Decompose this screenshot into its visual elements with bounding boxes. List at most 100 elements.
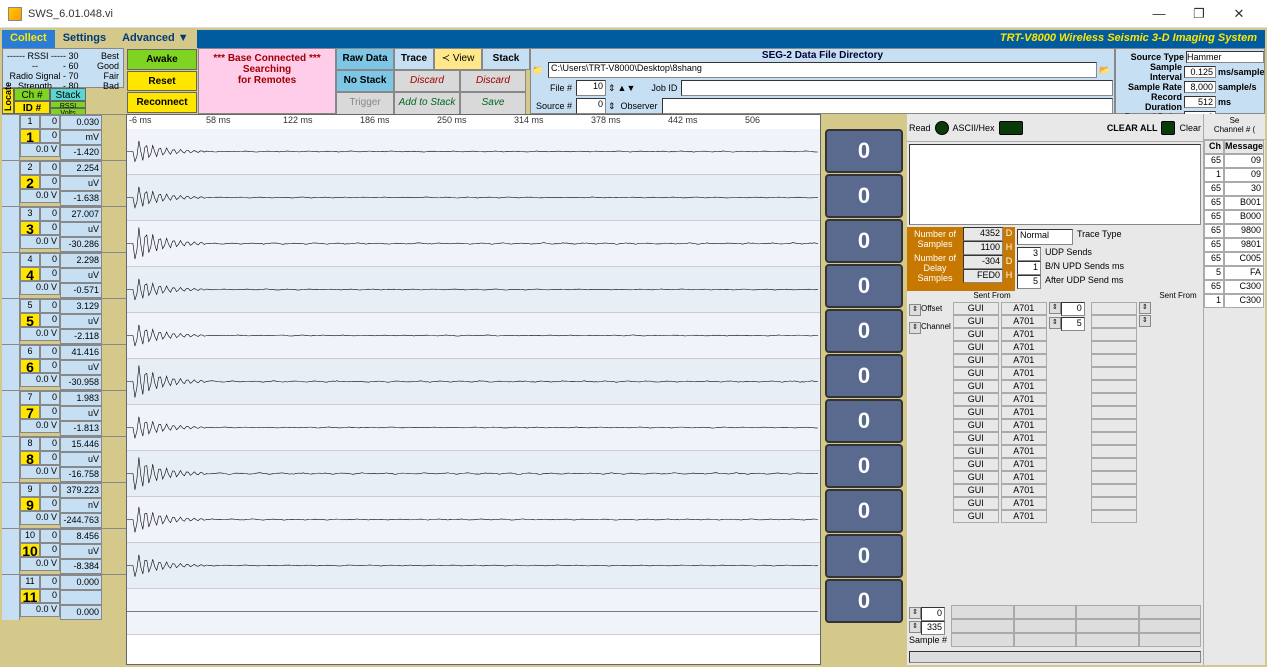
- close-button[interactable]: ✕: [1219, 2, 1259, 26]
- channel-indicator: [2, 299, 20, 344]
- trace-button[interactable]: Trace: [394, 48, 434, 70]
- file-num-input[interactable]: 10: [576, 80, 606, 96]
- browse-icon[interactable]: 📂: [1099, 65, 1113, 76]
- channel-id[interactable]: 9: [20, 497, 40, 511]
- discard-button-1[interactable]: Discard: [394, 70, 460, 92]
- folder-icon[interactable]: 📁: [532, 65, 546, 76]
- waveform-trace[interactable]: [127, 129, 820, 175]
- ch-min: -16.758: [60, 467, 102, 482]
- awake-button[interactable]: Awake: [127, 49, 197, 70]
- rd-value[interactable]: 512: [1184, 96, 1216, 108]
- stack-count: 0: [825, 444, 903, 488]
- waveform-trace[interactable]: [127, 405, 820, 451]
- udp-sends-label: UDP Sends: [1045, 247, 1092, 261]
- right-offset-value[interactable]: 0: [1061, 302, 1085, 316]
- stack-button[interactable]: Stack: [482, 48, 530, 70]
- ch-unit: uV: [60, 268, 102, 283]
- log-textarea[interactable]: [909, 144, 1201, 225]
- srctype-value[interactable]: Hammer: [1186, 51, 1264, 63]
- far-right-spinner-1[interactable]: ⇕: [1139, 302, 1151, 314]
- waveform-area[interactable]: -6 ms58 ms122 ms186 ms250 ms314 ms378 ms…: [126, 114, 821, 665]
- right-box5-value[interactable]: 5: [1061, 317, 1085, 331]
- app-frame: Collect Settings Advanced ▼ TRT-V8000 Wi…: [0, 28, 1267, 667]
- clear-label[interactable]: Clear: [1179, 123, 1201, 133]
- ch-val-c: 0: [40, 267, 60, 281]
- srctype-label: Source Type: [1116, 52, 1186, 62]
- si-value[interactable]: 0.125: [1184, 66, 1216, 78]
- message-log-row: 65C005: [1204, 252, 1265, 266]
- waveform-trace[interactable]: [127, 543, 820, 589]
- file-path-input[interactable]: C:\Users\TRT-V8000\Desktop\8shang: [548, 62, 1097, 78]
- observer-input[interactable]: [662, 98, 1113, 114]
- ch-voltage: 0.0 V: [20, 557, 60, 571]
- discard-button-2[interactable]: Discard: [460, 70, 526, 92]
- maximize-button[interactable]: ❐: [1179, 2, 1219, 26]
- channel-id[interactable]: 4: [20, 267, 40, 281]
- reconnect-button[interactable]: Reconnect: [127, 92, 197, 113]
- waveform-trace[interactable]: [127, 313, 820, 359]
- gui-blank-cell: [1091, 432, 1137, 445]
- waveform-trace[interactable]: [127, 497, 820, 543]
- add-to-stack-button[interactable]: Add to Stack: [394, 92, 460, 116]
- minimize-button[interactable]: —: [1139, 2, 1179, 26]
- sentfrom-label-2: Sent From: [1155, 291, 1201, 300]
- view-button[interactable]: ≺ View: [434, 48, 482, 70]
- channel-id[interactable]: 11: [20, 589, 40, 603]
- far-h1: Se: [1206, 116, 1263, 125]
- save-button[interactable]: Save: [460, 92, 526, 116]
- sample0-value[interactable]: 0: [921, 607, 945, 621]
- ch-min: -1.813: [60, 421, 102, 436]
- tab-collect[interactable]: Collect: [2, 30, 55, 48]
- channel-spinner[interactable]: ⇕: [909, 322, 921, 334]
- locate-tab[interactable]: Locate: [2, 88, 14, 114]
- channel-id[interactable]: 10: [20, 543, 40, 557]
- message-log-row: 109: [1204, 168, 1265, 182]
- file-num-stepper[interactable]: ▲▼: [618, 83, 636, 93]
- sample-label: Sample #: [909, 635, 947, 645]
- channel-id[interactable]: 5: [20, 313, 40, 327]
- source-num-input[interactable]: 0: [576, 98, 606, 114]
- gui-blank-cell: [1091, 497, 1137, 510]
- stack-count: 0: [825, 489, 903, 533]
- no-stack-button[interactable]: No Stack: [336, 70, 394, 92]
- ch-val-b: 0: [40, 345, 60, 359]
- waveform-trace[interactable]: [127, 221, 820, 267]
- channel-id[interactable]: 3: [20, 221, 40, 235]
- sample-scrollbar[interactable]: [909, 651, 1201, 663]
- bn-value[interactable]: 1: [1017, 261, 1041, 275]
- channel-id[interactable]: 8: [20, 451, 40, 465]
- after-value[interactable]: 5: [1017, 275, 1041, 289]
- channel-id[interactable]: 1: [20, 129, 40, 143]
- normal-select[interactable]: Normal: [1017, 229, 1073, 245]
- tab-advanced[interactable]: Advanced ▼: [114, 30, 197, 48]
- offset-spinner[interactable]: ⇕: [909, 304, 921, 316]
- waveform-trace[interactable]: [127, 589, 820, 635]
- right-spinner-1[interactable]: ⇕: [1049, 302, 1061, 314]
- clear-all-button[interactable]: CLEAR ALL: [1107, 123, 1158, 133]
- sample335-value[interactable]: 335: [921, 621, 945, 635]
- file-num-spinner[interactable]: ⇕: [608, 83, 616, 94]
- tab-settings[interactable]: Settings: [55, 30, 114, 48]
- waveform-trace[interactable]: [127, 359, 820, 405]
- channel-id[interactable]: 7: [20, 405, 40, 419]
- gui-to-cell: A701: [1001, 393, 1047, 406]
- waveform-trace[interactable]: [127, 451, 820, 497]
- sample0-spinner[interactable]: ⇕: [909, 607, 921, 619]
- channel-id[interactable]: 6: [20, 359, 40, 373]
- gui-from-cell: GUI: [953, 471, 999, 484]
- jobid-input[interactable]: [681, 80, 1113, 96]
- waveform-trace[interactable]: [127, 175, 820, 221]
- source-num-spinner[interactable]: ⇕: [608, 101, 616, 112]
- time-tick: 58 ms: [204, 115, 281, 129]
- raw-data-button[interactable]: Raw Data: [336, 48, 394, 70]
- reset-button[interactable]: Reset: [127, 71, 197, 92]
- right-spinner-2[interactable]: ⇕: [1049, 317, 1061, 329]
- waveform-trace[interactable]: [127, 267, 820, 313]
- header-id: ID #: [14, 101, 50, 114]
- far-right-spinner-2[interactable]: ⇕: [1139, 315, 1151, 327]
- channel-id[interactable]: 2: [20, 175, 40, 189]
- sample335-spinner[interactable]: ⇕: [909, 621, 921, 633]
- sr-value[interactable]: 8,000: [1184, 81, 1216, 93]
- udp-sends-value[interactable]: 3: [1017, 247, 1041, 261]
- trigger-button[interactable]: Trigger: [336, 92, 394, 116]
